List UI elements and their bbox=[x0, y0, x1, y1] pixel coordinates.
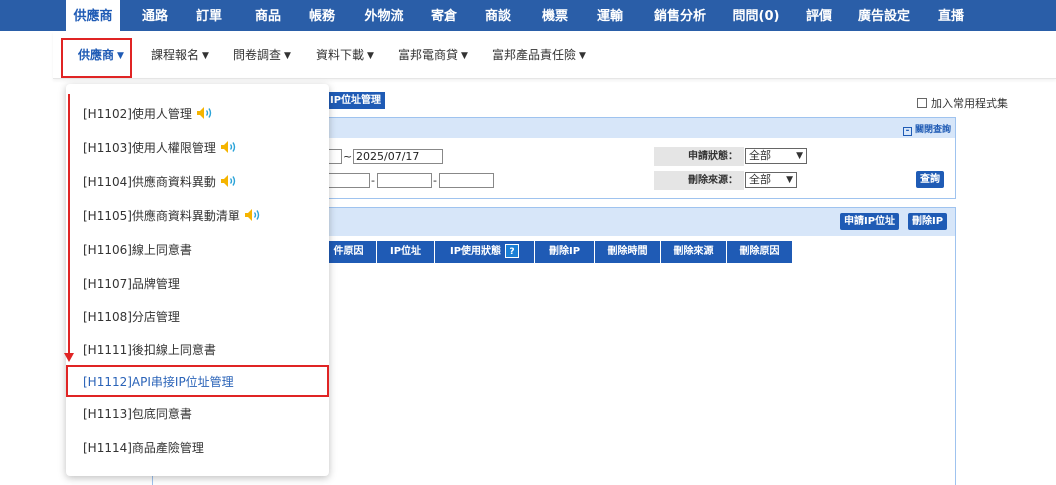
top-tab-channel[interactable]: 通路 bbox=[135, 0, 175, 31]
top-tab-negotiation[interactable]: 商談 bbox=[478, 0, 518, 31]
subnav-fubon-loan-label: 富邦電商貸 bbox=[398, 48, 459, 62]
status-select-value: 全部 bbox=[749, 149, 771, 162]
collapse-search-button[interactable]: - 關閉查詢 bbox=[902, 122, 951, 136]
top-tab-questions[interactable]: 問問(0) bbox=[727, 0, 785, 31]
help-icon[interactable]: ? bbox=[505, 244, 520, 258]
ip-separator-1: - bbox=[371, 174, 375, 187]
col-header-delete-source: 刪除來源 bbox=[660, 241, 726, 263]
top-tab-order[interactable]: 訂單 bbox=[189, 0, 229, 31]
ip-segment-2-input[interactable] bbox=[377, 173, 432, 188]
subnav-downloads-label: 資料下載 bbox=[316, 48, 365, 62]
chevron-down-icon: ▼ bbox=[796, 151, 803, 161]
menu-item-label: [H1103]使用人權限管理 bbox=[83, 141, 216, 155]
minus-icon: - bbox=[902, 127, 912, 136]
col-header-delete-reason: 刪除原因 bbox=[726, 241, 792, 263]
source-label: 刪除來源： bbox=[688, 175, 738, 186]
source-label-cell: 刪除來源： bbox=[654, 171, 744, 190]
speaker-icon bbox=[220, 141, 236, 153]
menu-item-h1108[interactable]: [H1108]分店管理 bbox=[83, 309, 180, 325]
chevron-down-icon: ▼ bbox=[202, 51, 209, 61]
chevron-down-icon: ▼ bbox=[461, 51, 468, 61]
top-tab-sales-analysis[interactable]: 銷售分析 bbox=[645, 0, 715, 31]
top-tab-accounts[interactable]: 帳務 bbox=[302, 0, 342, 31]
subnav-survey[interactable]: 問卷調查 ▼ bbox=[233, 31, 291, 79]
chevron-down-icon: ▼ bbox=[786, 175, 793, 185]
menu-item-label: [H1113]包底同意書 bbox=[83, 407, 192, 421]
menu-item-h1103[interactable]: [H1103]使用人權限管理 bbox=[83, 140, 238, 156]
page: 供應商 通路 訂單 商品 帳務 外物流 寄倉 商談 機票 運輸 銷售分析 問問(… bbox=[0, 0, 1056, 485]
top-tab-livestream[interactable]: 直播 bbox=[931, 0, 971, 31]
highlight-box-api-ip bbox=[66, 365, 329, 397]
top-tab-supplier[interactable]: 供應商 bbox=[66, 0, 120, 31]
subnav-fubon-insurance-label: 富邦產品責任險 bbox=[492, 48, 577, 62]
page-title: IP位址管理 bbox=[326, 92, 386, 109]
date-end-input[interactable]: 2025/07/17 bbox=[353, 149, 443, 164]
speaker-icon bbox=[220, 175, 236, 187]
query-button[interactable]: 查詢 bbox=[916, 171, 944, 188]
menu-item-label: [H1114]商品產險管理 bbox=[83, 441, 204, 455]
col-header-ip-status-label: IP使用狀態 bbox=[449, 246, 502, 257]
add-favorite-label: 加入常用程式集 bbox=[931, 97, 1008, 110]
status-select[interactable]: 全部 ▼ bbox=[745, 148, 807, 164]
menu-item-h1111[interactable]: [H1111]後扣線上同意書 bbox=[83, 342, 216, 358]
subnav-course-signup-label: 課程報名 bbox=[151, 48, 200, 62]
annotation-arrow-head-icon bbox=[64, 353, 74, 362]
ip-segment-3-input[interactable] bbox=[439, 173, 494, 188]
top-tab-warehouse[interactable]: 寄倉 bbox=[424, 0, 464, 31]
ip-separator-2: - bbox=[433, 174, 437, 187]
menu-item-label: [H1108]分店管理 bbox=[83, 310, 180, 324]
col-header-delete-ip: 刪除IP bbox=[534, 241, 594, 263]
top-tab-ad-settings[interactable]: 廣告設定 bbox=[850, 0, 918, 31]
speaker-icon bbox=[196, 107, 212, 119]
status-label: 申請狀態： bbox=[688, 151, 738, 162]
menu-item-label: [H1106]線上同意書 bbox=[83, 243, 192, 257]
menu-item-h1102[interactable]: [H1102]使用人管理 bbox=[83, 106, 214, 122]
chevron-down-icon: ▼ bbox=[579, 51, 586, 61]
source-select-value: 全部 bbox=[749, 173, 771, 186]
menu-item-h1107[interactable]: [H1107]品牌管理 bbox=[83, 276, 180, 292]
menu-item-h1105[interactable]: [H1105]供應商資料異動清單 bbox=[83, 208, 262, 224]
menu-item-label: [H1104]供應商資料異動 bbox=[83, 175, 216, 189]
top-tab-logistics[interactable]: 外物流 bbox=[356, 0, 412, 31]
top-tab-product[interactable]: 商品 bbox=[248, 0, 288, 31]
date-separator: ~ bbox=[343, 150, 353, 163]
top-nav-bar: 供應商 通路 訂單 商品 帳務 外物流 寄倉 商談 機票 運輸 銷售分析 問問(… bbox=[0, 0, 1056, 31]
menu-item-h1106[interactable]: [H1106]線上同意書 bbox=[83, 242, 192, 258]
status-label-cell: 申請狀態： bbox=[654, 147, 744, 166]
add-favorite[interactable]: 加入常用程式集 bbox=[917, 95, 1008, 111]
subnav-course-signup[interactable]: 課程報名 ▼ bbox=[151, 31, 209, 79]
chevron-down-icon: ▼ bbox=[284, 51, 291, 61]
supplier-dropdown-menu: [H1102]使用人管理 [H1103]使用人權限管理 [H1104]供應商資料… bbox=[66, 84, 329, 476]
subnav-fubon-loan[interactable]: 富邦電商貸 ▼ bbox=[398, 31, 468, 79]
menu-item-label: [H1102]使用人管理 bbox=[83, 107, 192, 121]
collapse-search-label: 關閉查詢 bbox=[914, 125, 951, 135]
menu-item-label: [H1107]品牌管理 bbox=[83, 277, 180, 291]
subnav-fubon-insurance[interactable]: 富邦產品責任險 ▼ bbox=[492, 31, 586, 79]
subnav-downloads[interactable]: 資料下載 ▼ bbox=[316, 31, 374, 79]
menu-item-h1114[interactable]: [H1114]商品產險管理 bbox=[83, 440, 204, 456]
source-select[interactable]: 全部 ▼ bbox=[745, 172, 797, 188]
highlight-box-supplier bbox=[61, 38, 132, 78]
col-header-ip-status: IP使用狀態? bbox=[434, 241, 534, 263]
col-header-delete-time: 刪除時間 bbox=[594, 241, 660, 263]
subnav-survey-label: 問卷調查 bbox=[233, 48, 282, 62]
speaker-icon bbox=[244, 209, 260, 221]
delete-ip-button[interactable]: 刪除IP bbox=[908, 213, 948, 230]
menu-item-h1104[interactable]: [H1104]供應商資料異動 bbox=[83, 174, 238, 190]
apply-ip-button[interactable]: 申請IP位址 bbox=[840, 213, 900, 230]
menu-item-label: [H1111]後扣線上同意書 bbox=[83, 343, 216, 357]
menu-item-h1113[interactable]: [H1113]包底同意書 bbox=[83, 406, 192, 422]
top-tab-transport[interactable]: 運輸 bbox=[590, 0, 630, 31]
chevron-down-icon: ▼ bbox=[367, 51, 374, 61]
menu-item-label: [H1105]供應商資料異動清單 bbox=[83, 209, 240, 223]
annotation-arrow-line bbox=[68, 94, 70, 356]
checkbox-icon[interactable] bbox=[917, 98, 927, 108]
col-header-ip: IP位址 bbox=[376, 241, 434, 263]
top-tab-flight[interactable]: 機票 bbox=[535, 0, 575, 31]
top-tab-reviews[interactable]: 評價 bbox=[799, 0, 839, 31]
